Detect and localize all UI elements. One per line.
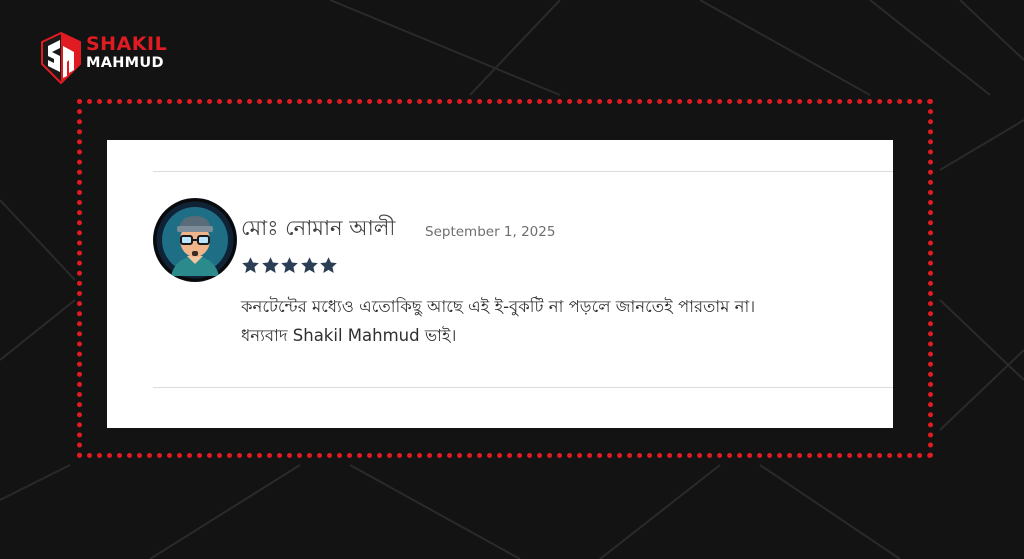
star-icon [320, 257, 337, 273]
brand-name-first: SHAKIL [86, 33, 168, 55]
divider-bottom [153, 387, 893, 388]
star-icon [242, 257, 259, 273]
avatar[interactable] [153, 198, 237, 282]
cartoon-man-with-glasses-avatar [153, 198, 237, 282]
review-text-line-2: ধন্যবাদ Shakil Mahmud ভাই। [241, 326, 457, 345]
review-card: মোঃ নোমান আলী September 1, 2025 কনটেন্টে… [107, 140, 893, 428]
review-date: September 1, 2025 [425, 224, 556, 240]
brand-logo[interactable]: SHAKIL MAHMUD [40, 32, 180, 84]
star-icon [281, 257, 298, 273]
divider-top [153, 171, 893, 172]
review-text-line-1: কনটেন্টের মধ্যেও এতোকিছু আছে এই ই-বুকটি … [241, 297, 756, 316]
brand-name-last: MAHMUD [86, 55, 164, 71]
review-author: মোঃ নোমান আলী [241, 216, 396, 240]
star-icon [300, 257, 318, 273]
sm-monogram-icon [41, 32, 81, 84]
review-text: কনটেন্টের মধ্যেও এতোকিছু আছে এই ই-বুকটি … [241, 292, 881, 350]
star-icon [261, 257, 279, 273]
star-rating [241, 256, 339, 276]
